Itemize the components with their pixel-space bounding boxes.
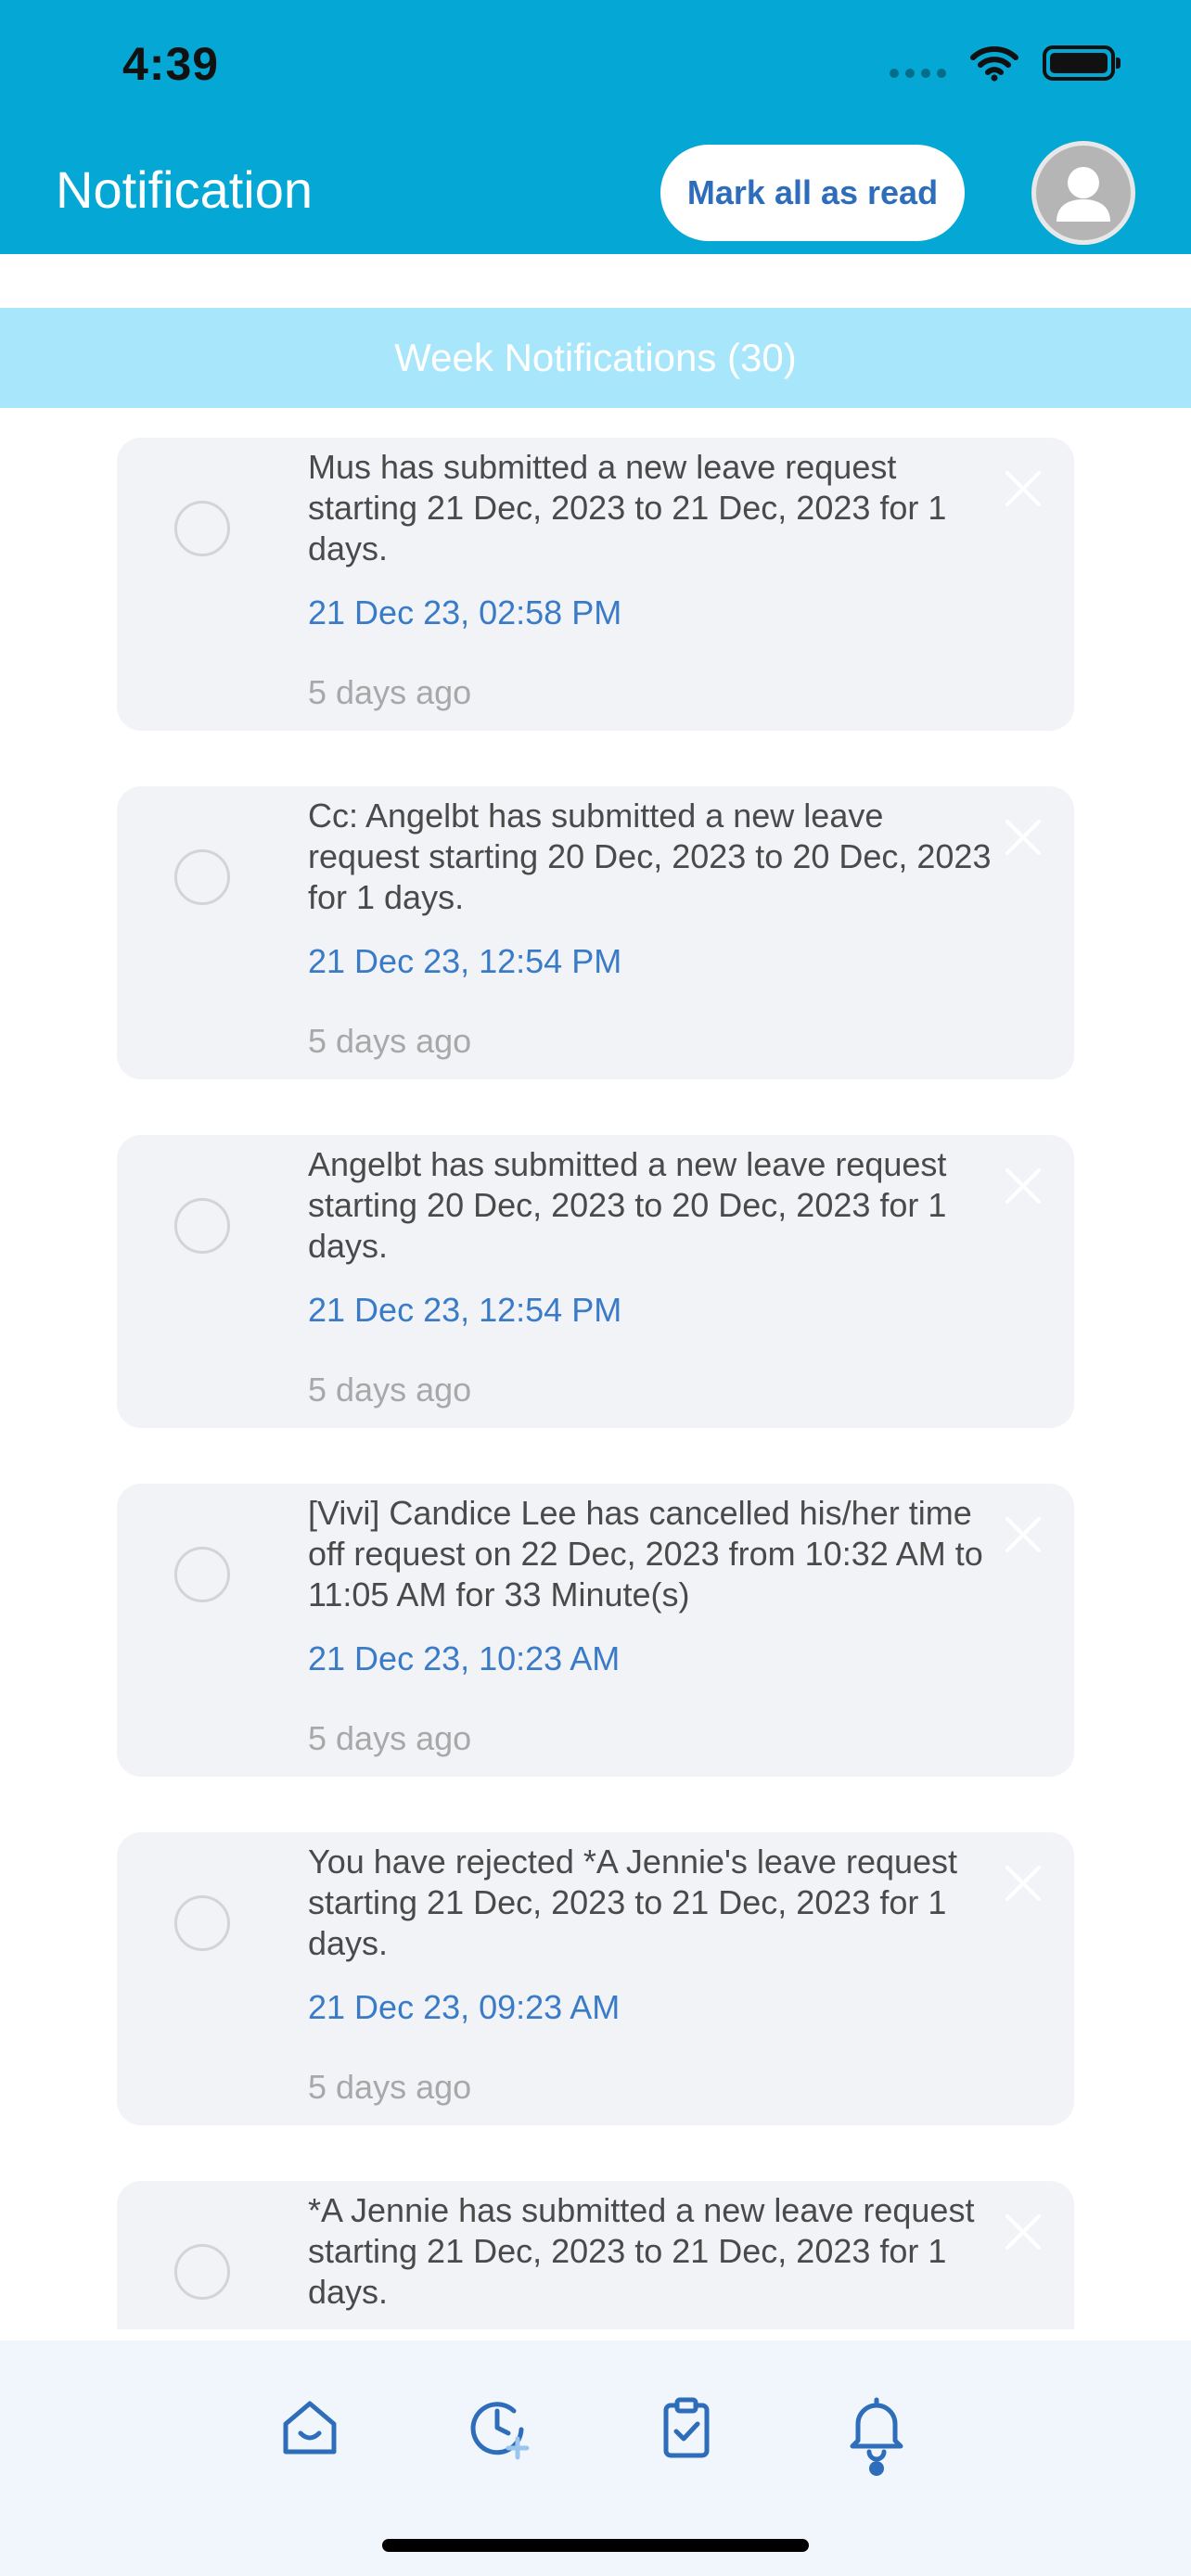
notification-timestamp: 21 Dec 23, 12:54 PM xyxy=(308,942,622,980)
status-icons xyxy=(890,45,1121,82)
page-title: Notification xyxy=(56,160,314,219)
notification-relative-time: 5 days ago xyxy=(308,673,472,711)
tab-time-off[interactable] xyxy=(455,2383,544,2472)
notification-message: Mus has submitted a new leave request st… xyxy=(308,448,947,567)
close-icon[interactable] xyxy=(1000,1860,1046,1906)
tab-tasks[interactable] xyxy=(642,2383,731,2472)
section-banner: Week Notifications (30) xyxy=(0,308,1191,408)
bell-icon xyxy=(850,2397,903,2461)
notification-message: Cc: Angelbt has submitted a new leave re… xyxy=(308,797,992,916)
notification-message: *A Jennie has submitted a new leave requ… xyxy=(308,2191,975,2311)
mark-all-read-button[interactable]: Mark all as read xyxy=(660,145,965,241)
notification-timestamp: 21 Dec 23, 10:23 AM xyxy=(308,1639,621,1677)
notification-card[interactable]: Mus has submitted a new leave request st… xyxy=(117,438,1074,731)
close-icon[interactable] xyxy=(1000,1511,1046,1558)
notification-message: [Vivi] Candice Lee has cancelled his/her… xyxy=(308,1494,983,1613)
battery-icon xyxy=(1043,45,1121,81)
home-indicator xyxy=(382,2539,809,2552)
tab-notifications[interactable] xyxy=(832,2383,921,2472)
notification-card[interactable]: [Vivi] Candice Lee has cancelled his/her… xyxy=(117,1484,1074,1777)
app-header: 4:39 Notification Mark all as read xyxy=(0,0,1191,254)
notification-relative-time: 5 days ago xyxy=(308,1719,472,1757)
notification-timestamp: 21 Dec 23, 09:23 AM xyxy=(308,1988,621,2026)
read-toggle-radio[interactable] xyxy=(174,2244,230,2300)
close-icon[interactable] xyxy=(1000,1163,1046,1209)
read-toggle-radio[interactable] xyxy=(174,1547,230,1602)
tab-home[interactable] xyxy=(265,2383,354,2472)
home-icon xyxy=(283,2401,337,2455)
notification-relative-time: 5 days ago xyxy=(308,2068,472,2106)
active-tab-indicator xyxy=(869,2461,884,2476)
notification-message: Angelbt has submitted a new leave reques… xyxy=(308,1145,947,1265)
notification-timestamp: 21 Dec 23, 12:54 PM xyxy=(308,1291,622,1329)
read-toggle-radio[interactable] xyxy=(174,1198,230,1254)
read-toggle-radio[interactable] xyxy=(174,501,230,556)
user-icon xyxy=(1057,167,1110,222)
close-icon[interactable] xyxy=(1000,814,1046,861)
notification-card[interactable]: *A Jennie has submitted a new leave requ… xyxy=(117,2181,1074,2329)
notification-relative-time: 5 days ago xyxy=(308,1371,472,1409)
avatar[interactable] xyxy=(1031,141,1135,245)
notification-card[interactable]: You have rejected *A Jennie's leave requ… xyxy=(117,1832,1074,2125)
clock-add-icon xyxy=(470,2402,530,2460)
notification-list[interactable]: Mus has submitted a new leave request st… xyxy=(0,408,1191,2329)
notification-card[interactable]: Cc: Angelbt has submitted a new leave re… xyxy=(117,786,1074,1079)
notification-card[interactable]: Angelbt has submitted a new leave reques… xyxy=(117,1135,1074,1428)
close-icon[interactable] xyxy=(1000,2209,1046,2255)
notification-relative-time: 5 days ago xyxy=(308,1022,472,1060)
cellular-signal-icon xyxy=(890,45,946,82)
close-icon[interactable] xyxy=(1000,465,1046,512)
status-time: 4:39 xyxy=(122,38,220,90)
notification-timestamp: 21 Dec 23, 02:58 PM xyxy=(308,593,622,631)
clipboard-check-icon xyxy=(663,2397,710,2458)
notification-message: You have rejected *A Jennie's leave requ… xyxy=(308,1843,958,1962)
read-toggle-radio[interactable] xyxy=(174,849,230,905)
read-toggle-radio[interactable] xyxy=(174,1895,230,1951)
wifi-icon xyxy=(970,46,1018,82)
